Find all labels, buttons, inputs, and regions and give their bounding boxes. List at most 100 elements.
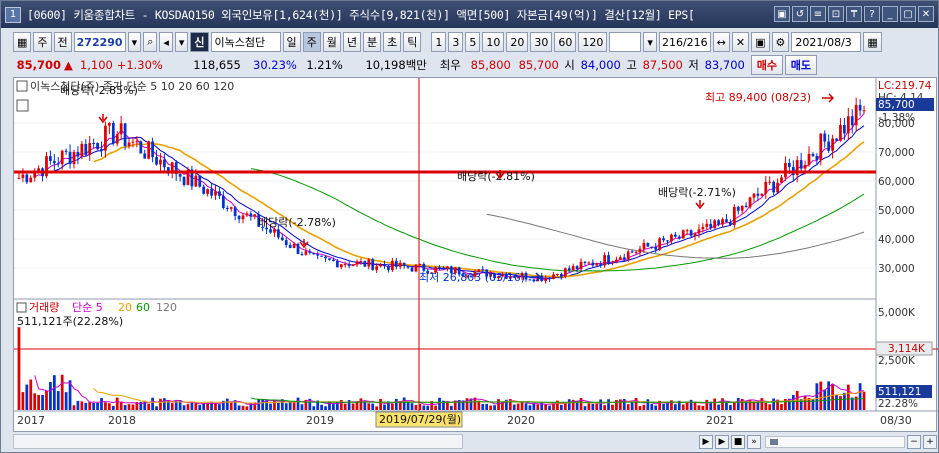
period-year[interactable]: 년 — [342, 32, 362, 52]
volume-bar — [225, 398, 229, 410]
data-count-field[interactable]: 216/216 — [658, 32, 711, 52]
volume-bar — [343, 403, 347, 410]
volume-legend-ma20[interactable]: 20 — [118, 301, 132, 314]
volume-bar — [127, 404, 131, 410]
zoom-slider[interactable] — [765, 435, 905, 448]
legend-box-icon[interactable] — [16, 80, 28, 92]
candle-body — [202, 186, 206, 194]
zoom-in-icon[interactable]: + — [923, 434, 937, 449]
cursor-icon[interactable]: ✕ — [731, 32, 750, 52]
scroll-prev-icon[interactable]: ▶ — [699, 434, 713, 449]
volume-bar — [33, 393, 37, 410]
chart-window: 1 [0600] 키움종합차트 - KOSDAQ150 외국인보유[1,624(… — [0, 0, 939, 453]
close-icon[interactable]: ✕ — [918, 6, 934, 22]
candle-body — [60, 150, 64, 165]
candle-body — [280, 237, 284, 241]
volume-bar — [634, 397, 638, 410]
volume-bar — [80, 401, 84, 410]
candle-body — [273, 229, 276, 233]
play-icon[interactable]: ▶ — [715, 434, 729, 449]
buy-button[interactable]: 매수 — [750, 55, 783, 75]
volume-legend-title[interactable]: 거래량 — [29, 301, 59, 314]
candle-body — [681, 230, 685, 239]
grid-icon[interactable]: ▦ — [13, 32, 32, 52]
more-icon[interactable]: ▾ — [174, 32, 189, 52]
price-volume-chart[interactable]: 이녹스첨단(주) 종가 단순 5 10 20 60 120 배당락(-2.85%… — [14, 78, 938, 433]
minute-1[interactable]: 1 — [431, 32, 447, 52]
dividend-label-4: 배당락(-2.71%) — [658, 186, 736, 199]
period-month[interactable]: 월 — [322, 32, 341, 52]
minute-5[interactable]: 5 — [465, 32, 481, 52]
refresh-icon[interactable]: ↺ — [792, 6, 808, 22]
price-change: 1,100 — [79, 58, 113, 72]
minute-120[interactable]: 120 — [578, 32, 608, 52]
candle-body — [729, 222, 732, 225]
minute-20[interactable]: 20 — [506, 32, 529, 52]
volume-bar — [414, 404, 418, 410]
scroll-icon[interactable]: ↔ — [712, 32, 730, 52]
stock-name-field[interactable]: 이녹스첨단 — [210, 32, 281, 52]
volume-bar — [638, 406, 642, 410]
volume-bar — [756, 402, 760, 410]
volume-bar — [151, 397, 154, 410]
candle-body — [25, 174, 29, 183]
period-day[interactable]: 일 — [282, 32, 301, 52]
maximize-icon[interactable]: ▢ — [900, 6, 916, 22]
candle-body — [119, 123, 123, 135]
pin-icon[interactable]: ₸ — [846, 6, 862, 22]
volume-legend-ma5[interactable]: 단순 5 — [72, 301, 103, 314]
minimize-icon[interactable]: _ — [882, 6, 898, 22]
date-input[interactable]: 2021/08/3 — [791, 32, 862, 52]
minute-60[interactable]: 60 — [554, 32, 577, 52]
candle-body — [843, 125, 846, 134]
settings-icon[interactable]: ⚙ — [771, 32, 790, 52]
candle-body — [858, 104, 862, 111]
stop-icon[interactable]: ■ — [731, 434, 745, 449]
sell-button[interactable]: 매도 — [784, 55, 817, 75]
fast-forward-icon[interactable]: » — [747, 434, 761, 449]
volume-legend-box-icon[interactable] — [16, 302, 27, 313]
help-icon[interactable]: ? — [864, 6, 880, 22]
candle-body — [780, 177, 783, 183]
candle-body — [725, 219, 728, 223]
code-dropdown-icon[interactable]: ▾ — [127, 32, 142, 52]
window-title: [0600] 키움종합차트 - KOSDAQ150 외국인보유[1,624(천)… — [27, 7, 695, 22]
volume-value: 118,655 — [193, 58, 241, 72]
volume-legend-ma60[interactable]: 60 — [136, 301, 150, 314]
volume-bar — [402, 397, 406, 410]
period-second[interactable]: 초 — [383, 32, 402, 52]
minute-3[interactable]: 3 — [448, 32, 464, 52]
period-week[interactable]: 주 — [302, 32, 321, 52]
period-tick[interactable]: 틱 — [403, 32, 422, 52]
candle-body — [316, 254, 320, 256]
minute-10[interactable]: 10 — [482, 32, 505, 52]
table-icon[interactable] — [16, 99, 29, 112]
candle-body — [328, 258, 331, 260]
window-number[interactable]: 1 — [5, 6, 21, 23]
menu-icon[interactable]: ≡ — [810, 6, 826, 22]
custom-period-dropdown-icon[interactable]: ▾ — [643, 32, 657, 52]
layout-icon[interactable]: ⊡ — [828, 6, 844, 22]
custom-period-input[interactable] — [609, 32, 642, 52]
candle-body — [210, 189, 213, 196]
speaker-icon[interactable]: ◂ — [159, 32, 173, 52]
market-select[interactable]: 전 — [53, 32, 72, 52]
dividend-label-2: 배당락(-2.78%) — [258, 216, 336, 229]
scroll-track[interactable] — [13, 434, 463, 449]
search-icon[interactable]: ⌕ — [143, 32, 158, 52]
stock-type-select[interactable]: 주 — [33, 32, 52, 52]
screen-icon[interactable]: ▣ — [774, 6, 790, 22]
zoom-out-icon[interactable]: − — [907, 434, 921, 449]
stock-code-input[interactable]: 272290 — [73, 32, 126, 52]
volume-bar — [528, 405, 532, 410]
volume-bar — [516, 403, 520, 410]
candle-body — [560, 273, 563, 277]
candle-body — [819, 133, 823, 161]
chart-area[interactable]: 이녹스첨단(주) 종가 단순 5 10 20 60 120 배당락(-2.85%… — [13, 77, 938, 433]
volume-legend-ma120[interactable]: 120 — [156, 301, 177, 314]
candle-body — [666, 240, 669, 242]
minute-30[interactable]: 30 — [530, 32, 553, 52]
period-minute[interactable]: 분 — [363, 32, 382, 52]
calendar-icon[interactable]: ▦ — [863, 32, 882, 52]
save-icon[interactable]: ▣ — [751, 32, 770, 52]
